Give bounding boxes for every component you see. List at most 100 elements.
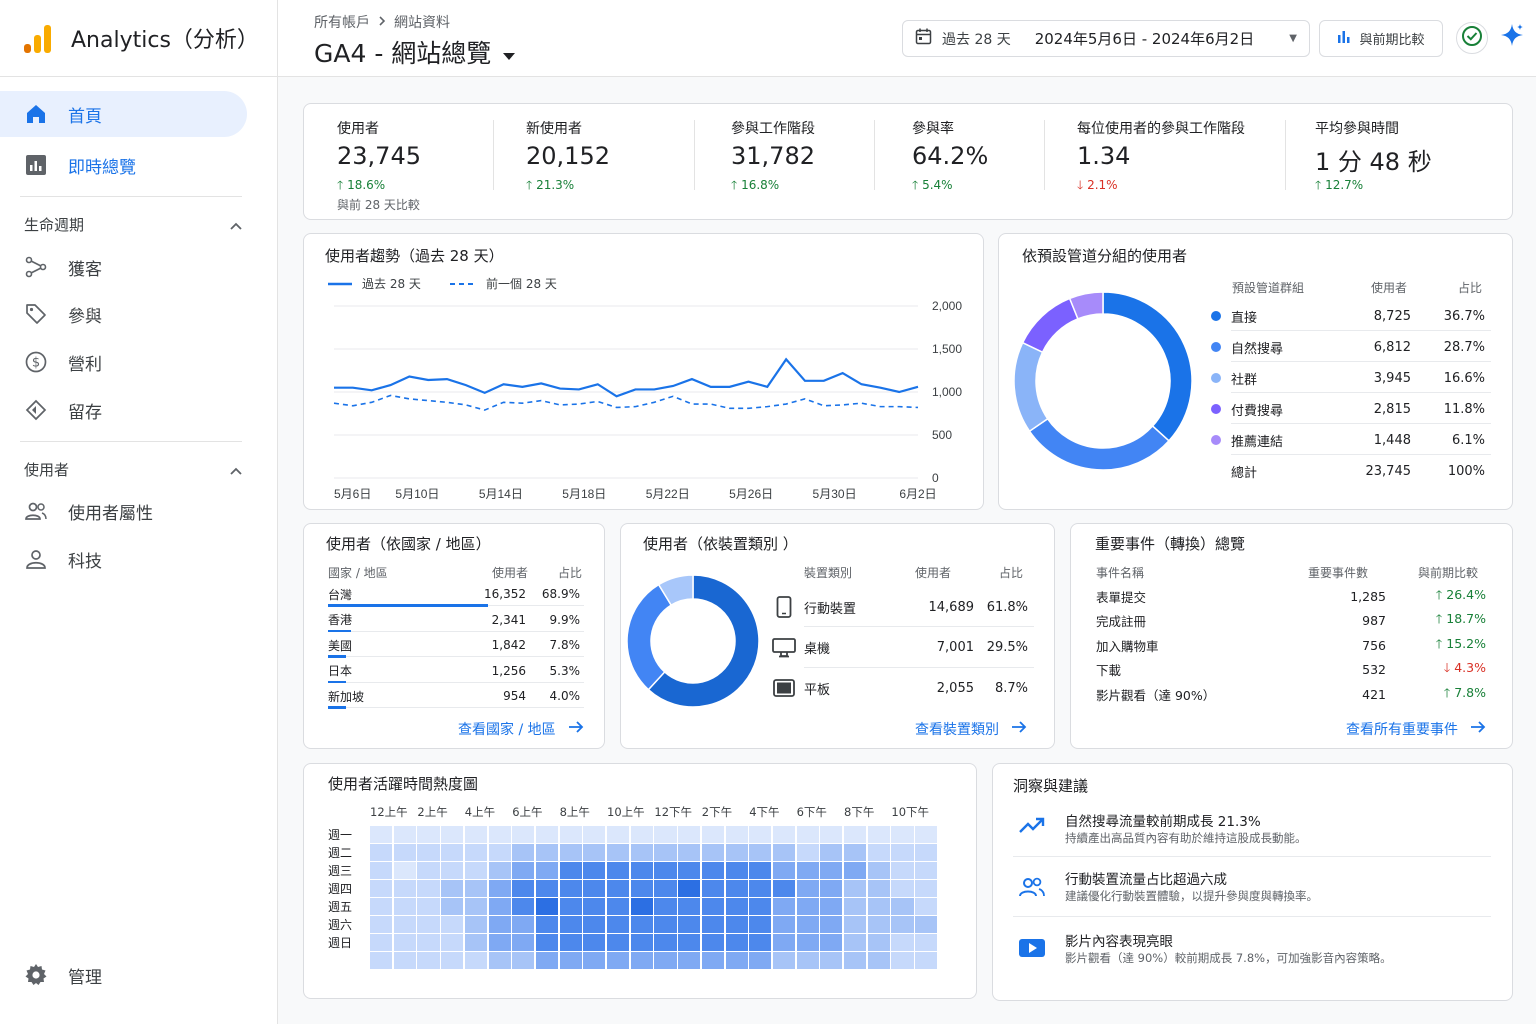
- heatmap-cell[interactable]: [820, 844, 843, 861]
- heatmap-cell[interactable]: [796, 880, 819, 897]
- section-lifecycle[interactable]: 生命週期: [24, 214, 242, 235]
- heatmap-cell[interactable]: [701, 934, 724, 951]
- heatmap-cell[interactable]: [701, 880, 724, 897]
- nav-acquisition[interactable]: 獲客: [0, 244, 247, 290]
- heatmap-cell[interactable]: [678, 844, 701, 861]
- heatmap-cell[interactable]: [441, 916, 464, 933]
- heatmap-cell[interactable]: [488, 934, 511, 951]
- heatmap-cell[interactable]: [607, 952, 630, 969]
- heatmap-cell[interactable]: [654, 880, 677, 897]
- heatmap-cell[interactable]: [464, 844, 487, 861]
- heatmap-cell[interactable]: [535, 934, 559, 951]
- heatmap-cell[interactable]: [678, 916, 701, 933]
- nav-retention[interactable]: 留存: [0, 387, 247, 433]
- heatmap-cell[interactable]: [512, 826, 535, 843]
- heatmap-cell[interactable]: [891, 844, 914, 861]
- heatmap-cell[interactable]: [559, 826, 582, 843]
- heatmap-cell[interactable]: [678, 862, 701, 879]
- heatmap-cell[interactable]: [370, 880, 393, 897]
- device-row[interactable]: 桌機 7,001 29.5%: [804, 639, 1034, 657]
- heatmap-cell[interactable]: [607, 916, 630, 933]
- heatmap-cell[interactable]: [535, 862, 559, 879]
- heatmap-cell[interactable]: [678, 826, 701, 843]
- heatmap-cell[interactable]: [701, 826, 724, 843]
- heatmap-cell[interactable]: [417, 826, 440, 843]
- status-check-button[interactable]: [1456, 22, 1488, 54]
- heatmap-cell[interactable]: [417, 880, 440, 897]
- series-current-line[interactable]: [334, 357, 919, 398]
- heatmap-cell[interactable]: [725, 934, 748, 951]
- heatmap-cell[interactable]: [464, 862, 487, 879]
- heatmap-cell[interactable]: [844, 826, 867, 843]
- heatmap-cell[interactable]: [701, 916, 724, 933]
- channel-donut-chart[interactable]: [1013, 289, 1193, 474]
- heatmap-cell[interactable]: [701, 898, 724, 915]
- heatmap-cell[interactable]: [370, 844, 393, 861]
- heatmap-cell[interactable]: [607, 934, 630, 951]
- heatmap-cell[interactable]: [417, 952, 440, 969]
- heatmap-cell[interactable]: [867, 880, 890, 897]
- heatmap-cell[interactable]: [370, 952, 393, 969]
- heatmap-cell[interactable]: [370, 862, 393, 879]
- heatmap-cell[interactable]: [441, 826, 464, 843]
- heatmap-cell[interactable]: [749, 934, 772, 951]
- heatmap-cell[interactable]: [796, 826, 819, 843]
- heatmap-cell[interactable]: [725, 952, 748, 969]
- heatmap-cell[interactable]: [393, 826, 416, 843]
- heatmap-cell[interactable]: [535, 952, 559, 969]
- country-row[interactable]: 香港 2,341 9.9%: [328, 612, 584, 628]
- heatmap-cell[interactable]: [915, 916, 938, 933]
- heatmap-cell[interactable]: [393, 844, 416, 861]
- heatmap-cell[interactable]: [915, 862, 938, 879]
- heatmap-cell[interactable]: [559, 862, 582, 879]
- heatmap-cell[interactable]: [488, 880, 511, 897]
- heatmap-cell[interactable]: [488, 844, 511, 861]
- heatmap-cell[interactable]: [559, 916, 582, 933]
- heatmap-cell[interactable]: [393, 934, 416, 951]
- heatmap-cell[interactable]: [678, 898, 701, 915]
- heatmap-cell[interactable]: [583, 826, 606, 843]
- heatmap-cell[interactable]: [725, 898, 748, 915]
- heatmap-cell[interactable]: [891, 880, 914, 897]
- channel-slice[interactable]: [1102, 291, 1193, 442]
- heatmap-cell[interactable]: [607, 862, 630, 879]
- heatmap-cell[interactable]: [512, 880, 535, 897]
- heatmap-cell[interactable]: [725, 826, 748, 843]
- nav-realtime[interactable]: 即時總覽: [0, 142, 247, 188]
- heatmap-cell[interactable]: [654, 934, 677, 951]
- heatmap-cell[interactable]: [441, 952, 464, 969]
- insights-sparkle-button[interactable]: [1498, 22, 1526, 52]
- heatmap-cell[interactable]: [583, 916, 606, 933]
- heatmap-cell[interactable]: [725, 916, 748, 933]
- heatmap-cell[interactable]: [417, 898, 440, 915]
- heatmap-cell[interactable]: [583, 952, 606, 969]
- heatmap-cell[interactable]: [441, 880, 464, 897]
- heatmap-cell[interactable]: [772, 898, 796, 915]
- page-title[interactable]: GA4 - 網站總覽: [314, 34, 516, 70]
- heatmap-cell[interactable]: [891, 826, 914, 843]
- heatmap-cell[interactable]: [820, 880, 843, 897]
- trend-line-chart[interactable]: 2,000 1,500 1,000 500 0 5月6日 5月10日 5月14日 5月18日 5月…: [304, 234, 985, 511]
- heatmap-cell[interactable]: [796, 916, 819, 933]
- heatmap-cell[interactable]: [844, 898, 867, 915]
- heatmap-cell[interactable]: [488, 952, 511, 969]
- heatmap-cell[interactable]: [393, 880, 416, 897]
- heatmap-cell[interactable]: [915, 952, 938, 969]
- heatmap-cell[interactable]: [512, 952, 535, 969]
- heatmap-cell[interactable]: [441, 844, 464, 861]
- heatmap-cell[interactable]: [844, 880, 867, 897]
- heatmap-cell[interactable]: [512, 916, 535, 933]
- heatmap-cell[interactable]: [820, 898, 843, 915]
- heatmap-cell[interactable]: [630, 880, 653, 897]
- event-row[interactable]: 表單提交 1,285 🡑 26.4%: [1096, 587, 1486, 605]
- heatmap-cell[interactable]: [796, 898, 819, 915]
- channel-slice[interactable]: [1021, 297, 1079, 354]
- heatmap-cell[interactable]: [607, 844, 630, 861]
- heatmap-cell[interactable]: [820, 916, 843, 933]
- heatmap-cell[interactable]: [915, 826, 938, 843]
- breadcrumb-account[interactable]: 所有帳戶: [314, 12, 370, 32]
- heatmap-cell[interactable]: [701, 844, 724, 861]
- heatmap-cell[interactable]: [867, 934, 890, 951]
- heatmap-cell[interactable]: [417, 862, 440, 879]
- channel-total-row[interactable]: 總計 23,745 100%: [1211, 461, 1491, 481]
